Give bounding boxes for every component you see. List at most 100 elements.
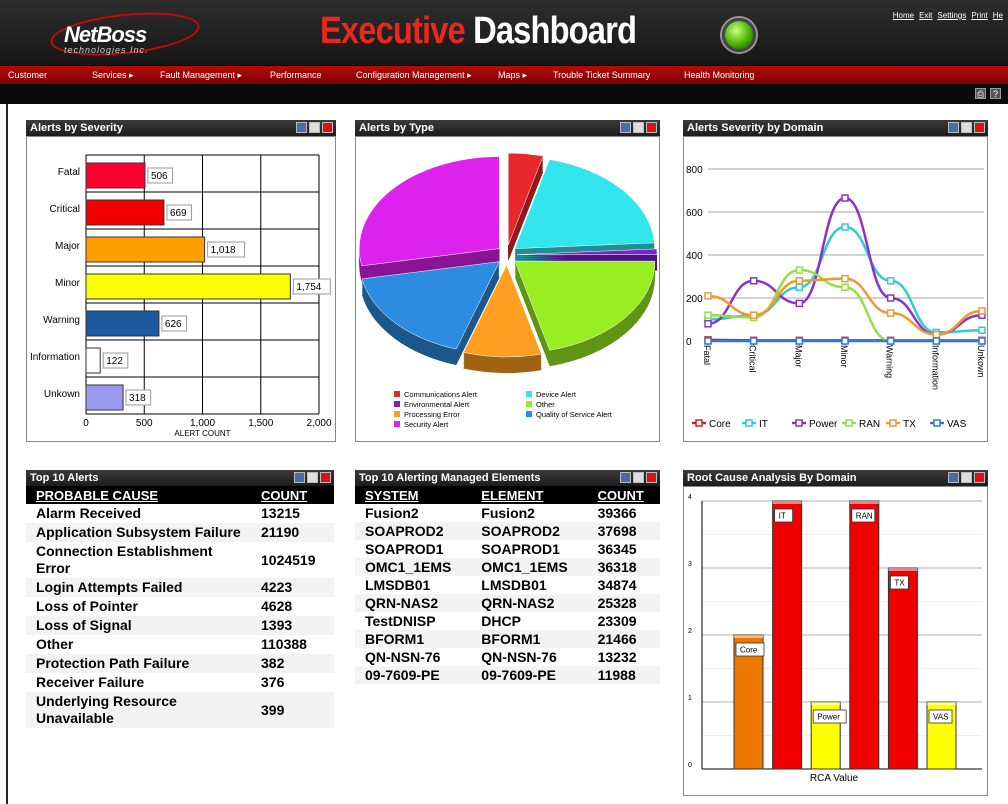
legend-marker: [845, 419, 853, 427]
pdf-icon[interactable]: [646, 122, 657, 133]
table-row[interactable]: Fusion2 Fusion2 39366: [355, 504, 660, 522]
table-row[interactable]: Application Subsystem Failure 21190: [26, 523, 334, 542]
x-tick-label: 500: [136, 418, 153, 429]
category-label: Unkown: [44, 389, 80, 400]
table-row[interactable]: QN-NSN-76 QN-NSN-76 13232: [355, 648, 660, 666]
pie-slice: [514, 260, 656, 351]
data-label: 506: [151, 171, 168, 182]
column-header[interactable]: PROBABLE CAUSE: [26, 486, 251, 504]
y-tick-label: 0: [688, 762, 692, 769]
bar-highlight: [811, 702, 841, 705]
panel-top-10-alerts: Top 10 Alerts PROBABLE CAUSE COUNT Alarm…: [26, 470, 334, 728]
save-icon[interactable]: [296, 122, 307, 133]
element-cell: OMC1_1EMS: [471, 558, 588, 576]
pdf-icon[interactable]: [974, 472, 985, 483]
data-label: 1,018: [211, 245, 236, 256]
menu-performance[interactable]: Performance: [270, 70, 322, 80]
save-icon[interactable]: [948, 472, 959, 483]
copy-icon[interactable]: [309, 122, 320, 133]
data-label: TX: [894, 579, 905, 588]
y-tick-label: 200: [686, 294, 703, 305]
y-tick-label: 0: [686, 337, 692, 348]
panel-alerts-by-severity: Alerts by Severity 0 500 1,000 1,500 2,000 Fa…: [26, 120, 336, 442]
y-tick-label: 3: [688, 561, 692, 568]
menu-configuration-management[interactable]: Configuration Management ▸: [356, 70, 472, 81]
count-cell: 13215: [261, 505, 300, 521]
table-row[interactable]: BFORM1 BFORM1 21466: [355, 630, 660, 648]
table-row[interactable]: SOAPROD2 SOAPROD2 37698: [355, 522, 660, 540]
help-link[interactable]: He: [993, 11, 1003, 20]
pdf-icon[interactable]: [646, 472, 657, 483]
table-row[interactable]: LMSDB01 LMSDB01 34874: [355, 576, 660, 594]
column-header[interactable]: COUNT: [587, 486, 660, 504]
table-row[interactable]: Protection Path Failure 382: [26, 654, 334, 673]
help-icon[interactable]: ?: [990, 88, 1001, 99]
panel-alerts-severity-by-domain: Alerts Severity by Domain 0 200 400 600 800 F…: [683, 120, 988, 442]
copy-icon[interactable]: [961, 122, 972, 133]
element-cell: 09-7609-PE: [471, 666, 588, 684]
menu-trouble-ticket-summary[interactable]: Trouble Ticket Summary: [553, 70, 650, 80]
table-row[interactable]: Underlying Resource Unavailable 399: [26, 692, 334, 728]
table-row[interactable]: OMC1_1EMS OMC1_1EMS 36318: [355, 558, 660, 576]
count-cell: 36345: [597, 541, 637, 557]
probable-cause-cell: Application Subsystem Failure: [26, 523, 251, 542]
save-icon[interactable]: [948, 122, 959, 133]
table-row[interactable]: Other 110388: [26, 635, 334, 654]
table-row[interactable]: Loss of Signal 1393: [26, 616, 334, 635]
menu-fault-management[interactable]: Fault Management ▸: [160, 70, 242, 81]
probable-cause-cell: Other: [36, 636, 74, 652]
data-label: Power: [817, 713, 840, 722]
count-cell: 34874: [597, 577, 637, 593]
bar-highlight: [772, 501, 802, 504]
save-icon[interactable]: [620, 472, 631, 483]
column-header[interactable]: COUNT: [251, 486, 334, 504]
table-row[interactable]: Receiver Failure 376: [26, 673, 334, 692]
column-header[interactable]: ELEMENT: [471, 486, 588, 504]
pdf-icon[interactable]: [974, 122, 985, 133]
table-row[interactable]: TestDNISP DHCP 23309: [355, 612, 660, 630]
table-row[interactable]: QRN-NAS2 QRN-NAS2 25328: [355, 594, 660, 612]
print-icon[interactable]: ⎙: [975, 88, 986, 99]
legend-marker: [695, 419, 703, 427]
y-tick-label: 4: [688, 494, 692, 501]
save-icon[interactable]: [620, 122, 631, 133]
bar: [85, 384, 124, 411]
series-point: [886, 277, 895, 285]
legend-swatch: [526, 411, 532, 417]
bar: [85, 162, 146, 189]
series-point: [704, 337, 712, 345]
exit-link[interactable]: Exit: [919, 11, 932, 20]
copy-icon[interactable]: [961, 472, 972, 483]
copy-icon[interactable]: [633, 122, 644, 133]
table-row[interactable]: Alarm Received 13215: [26, 504, 334, 523]
system-cell: QN-NSN-76: [365, 649, 441, 665]
menu-health-monitoring[interactable]: Health Monitoring: [684, 70, 755, 80]
copy-icon[interactable]: [633, 472, 644, 483]
table-row[interactable]: 09-7609-PE 09-7609-PE 11988: [355, 666, 660, 684]
menu-maps[interactable]: Maps ▸: [498, 70, 527, 81]
home-link[interactable]: Home: [893, 11, 914, 20]
table-row[interactable]: Loss of Pointer 4628: [26, 597, 334, 616]
probable-cause-cell: Loss of Pointer: [36, 598, 138, 614]
y-tick-label: 800: [686, 165, 703, 176]
table-row[interactable]: Connection Establishment Error 1024519: [26, 542, 334, 578]
x-tick-label: Major: [793, 345, 803, 368]
print-link[interactable]: Print: [971, 11, 987, 20]
category-label: Information: [30, 352, 80, 363]
probable-cause-cell: Protection Path Failure: [26, 654, 251, 673]
system-cell: QRN-NAS2: [355, 594, 472, 612]
legend-marker: [795, 419, 803, 427]
pdf-icon[interactable]: [322, 122, 333, 133]
menu-customer[interactable]: Customer: [8, 70, 47, 80]
legend-label: Security Alert: [404, 420, 449, 429]
column-header[interactable]: SYSTEM: [355, 486, 472, 504]
table-row[interactable]: Login Attempts Failed 4223: [26, 578, 334, 597]
copy-icon[interactable]: [307, 472, 318, 483]
bar: [85, 273, 291, 300]
bar: [772, 500, 803, 770]
pdf-icon[interactable]: [320, 472, 331, 483]
menu-services[interactable]: Services ▸: [92, 70, 134, 81]
save-icon[interactable]: [294, 472, 305, 483]
table-row[interactable]: SOAPROD1 SOAPROD1 36345: [355, 540, 660, 558]
settings-link[interactable]: Settings: [937, 11, 966, 20]
